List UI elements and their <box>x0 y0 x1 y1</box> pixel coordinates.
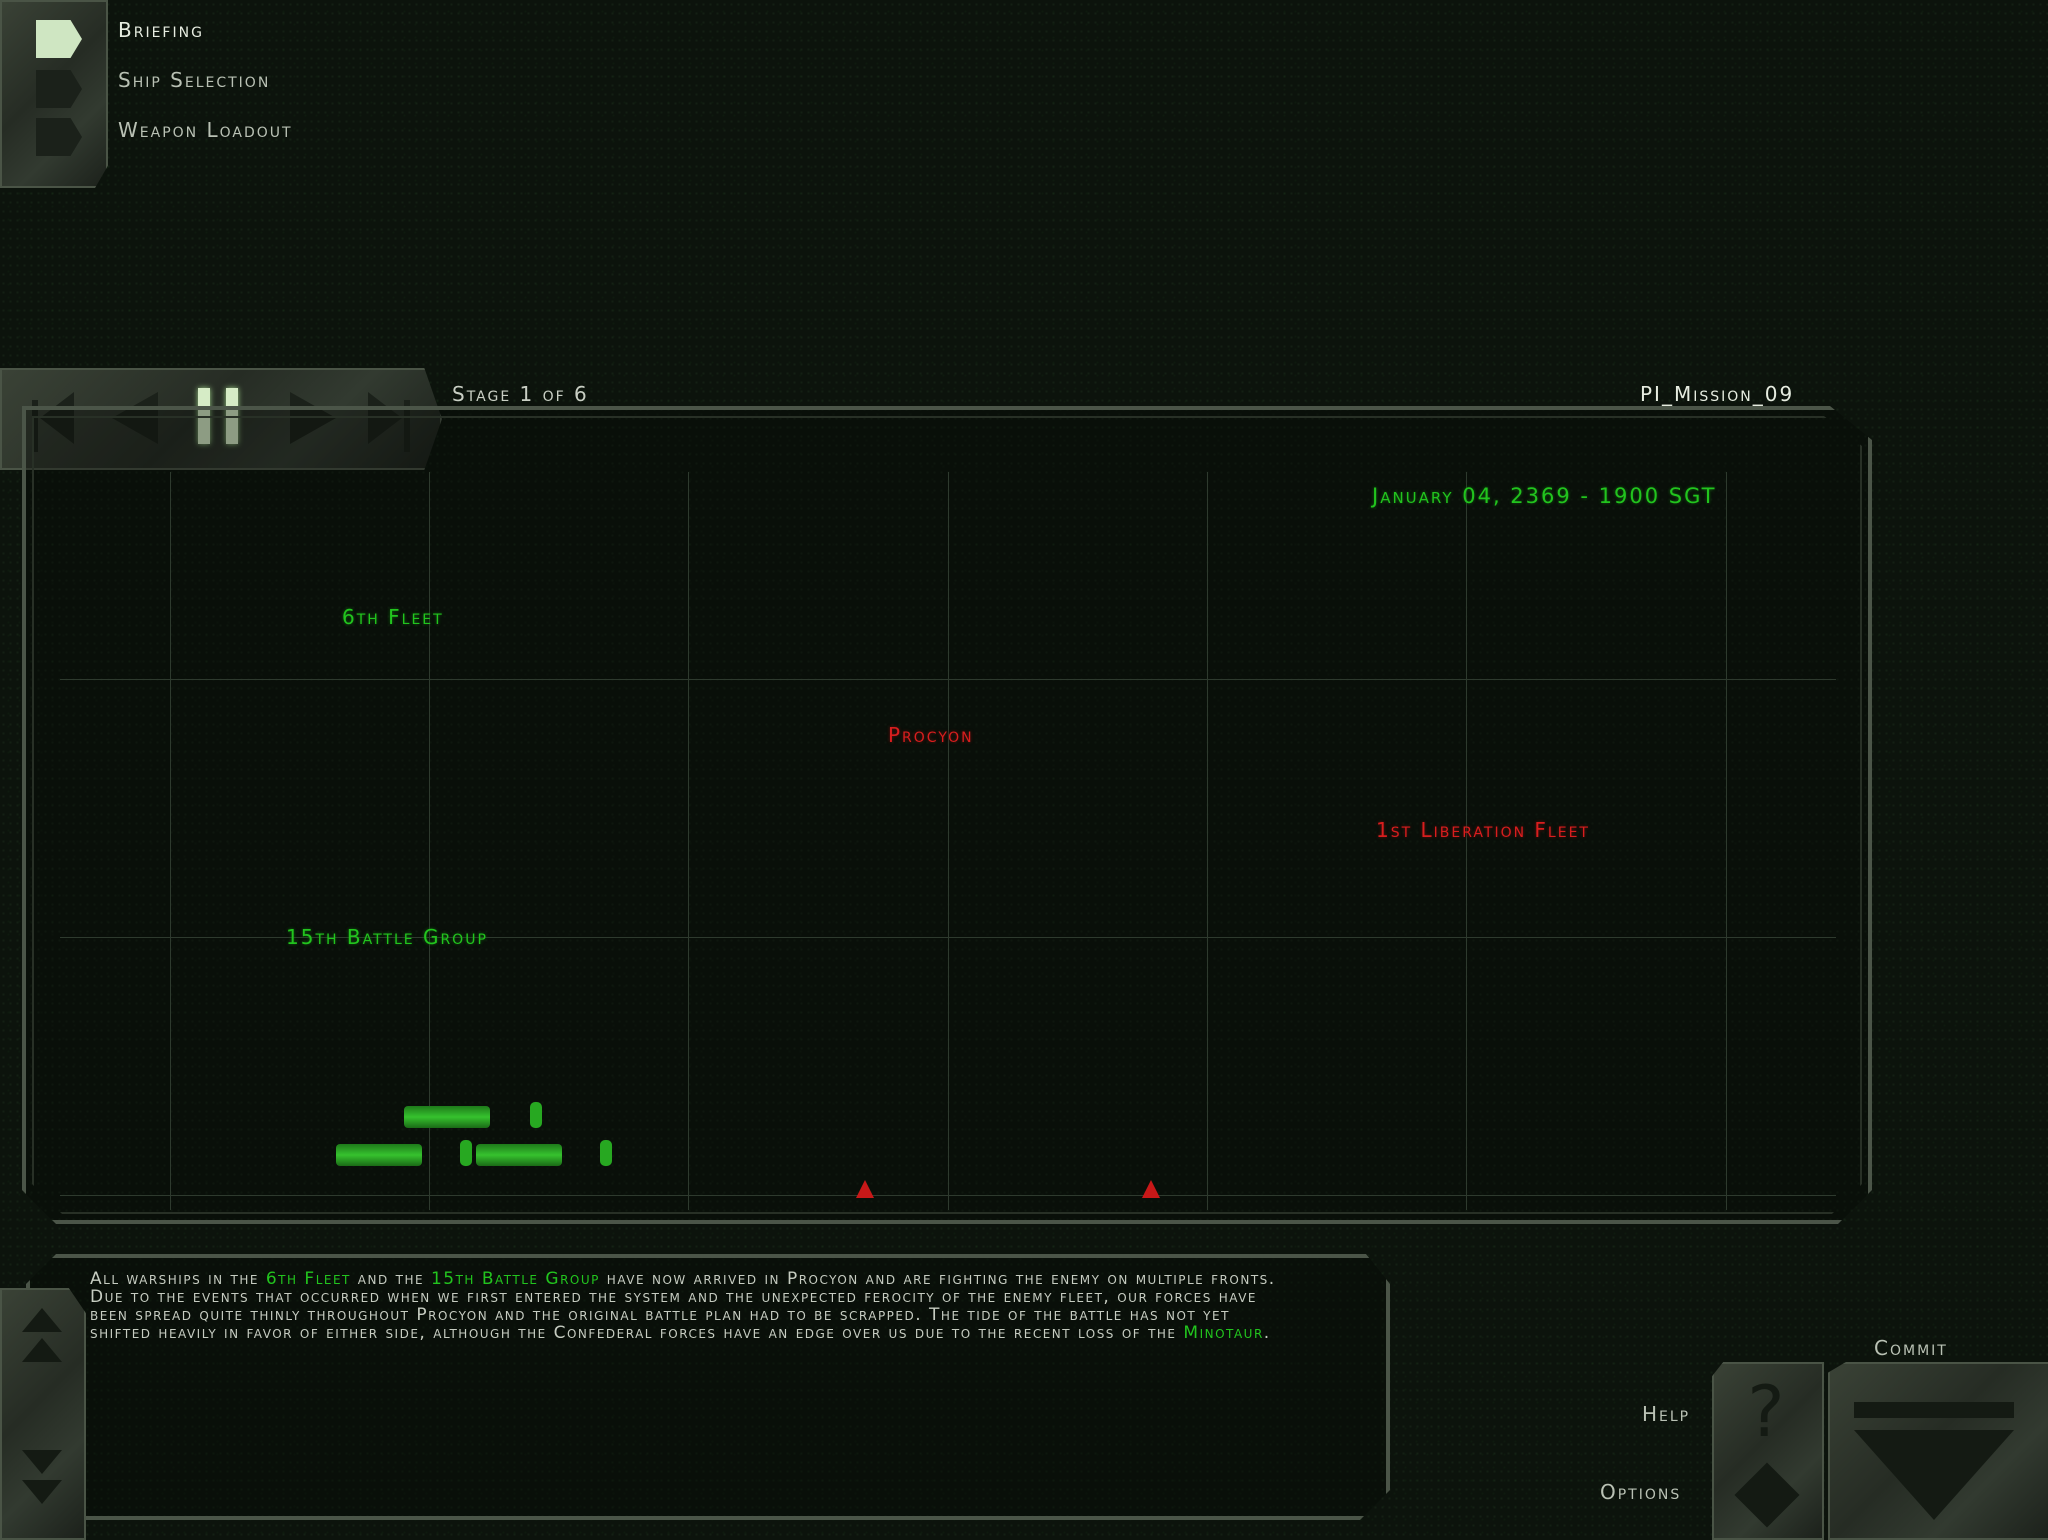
label-procyon[interactable]: Procyon <box>888 723 974 747</box>
menu-panel <box>0 0 108 188</box>
commit-bar-icon <box>1854 1402 2014 1418</box>
commit-button[interactable] <box>1828 1362 2048 1540</box>
friendly-ship-pod-icon <box>530 1102 542 1128</box>
label-6th-fleet[interactable]: 6th Fleet <box>342 605 444 629</box>
stage-indicator: Stage 1 of 6 <box>452 382 589 406</box>
help-label[interactable]: Help <box>1642 1402 1690 1426</box>
friendly-ship-icon[interactable] <box>336 1144 422 1166</box>
map-inner-border <box>32 416 1862 1214</box>
text-scrollbar[interactable] <box>0 1288 86 1540</box>
mission-datetime: January 04, 2369 - 1900 SGT <box>1372 484 1717 508</box>
grid-line <box>60 1195 1836 1196</box>
options-diamond-icon[interactable] <box>1734 1462 1800 1528</box>
grid-line <box>1726 472 1727 1210</box>
grid-line <box>1207 472 1208 1210</box>
commit-arrow-icon <box>1854 1430 2014 1520</box>
commit-label[interactable]: Commit <box>1874 1336 1948 1360</box>
enemy-marker-icon[interactable] <box>1142 1180 1160 1198</box>
scroll-up-icon[interactable] <box>22 1308 62 1332</box>
scroll-page-down-icon[interactable] <box>22 1450 62 1474</box>
mission-name: PI_Mission_09 <box>1640 382 1795 406</box>
grid-line <box>948 472 949 1210</box>
menu-item-weapon-loadout[interactable]: Weapon Loadout <box>118 118 293 142</box>
label-15th-battle-group[interactable]: 15th Battle Group <box>286 925 488 949</box>
help-question-icon[interactable]: ? <box>1734 1372 1800 1452</box>
enemy-marker-icon[interactable] <box>856 1180 874 1198</box>
highlight-6th-fleet: 6th Fleet <box>265 1269 351 1289</box>
highlight-15th-battle-group: 15th Battle Group <box>430 1269 600 1289</box>
grid-line <box>688 472 689 1210</box>
highlight-minotaur: Minotaur <box>1183 1323 1264 1343</box>
friendly-ship-icon[interactable] <box>476 1144 562 1166</box>
grid-line <box>170 472 171 1210</box>
options-label[interactable]: Options <box>1600 1480 1681 1504</box>
briefing-text: All warships in the 6th Fleet and the 15… <box>90 1269 1276 1343</box>
friendly-ship-pod-icon <box>600 1140 612 1166</box>
menu-item-briefing[interactable]: Briefing <box>118 18 204 42</box>
menu-item-ship-selection[interactable]: Ship Selection <box>118 68 270 92</box>
friendly-ship-icon[interactable] <box>404 1106 490 1128</box>
grid-line <box>429 472 430 1210</box>
grid-line <box>60 679 1836 680</box>
briefing-indicator[interactable] <box>36 20 82 58</box>
label-1st-liberation-fleet[interactable]: 1st Liberation Fleet <box>1376 818 1590 842</box>
friendly-ship-pod-icon <box>460 1140 472 1166</box>
scroll-page-up-icon[interactable] <box>22 1338 62 1362</box>
scroll-down-icon[interactable] <box>22 1480 62 1504</box>
weapon-loadout-indicator[interactable] <box>36 118 82 156</box>
help-options-panel: ? <box>1712 1362 1824 1540</box>
ship-selection-indicator[interactable] <box>36 70 82 108</box>
